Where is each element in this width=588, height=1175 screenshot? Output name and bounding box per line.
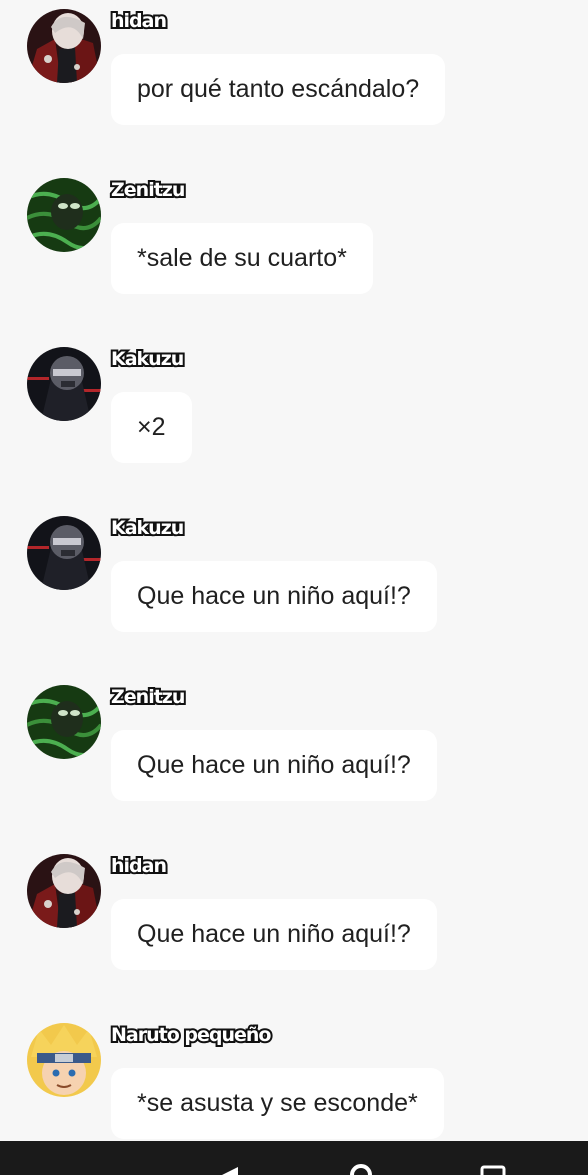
- zenitzu-avatar-icon[interactable]: [27, 685, 101, 759]
- chat-thread: hidan por qué tanto escándalo? Zenitzu *…: [0, 0, 588, 1141]
- message-bubble[interactable]: por qué tanto escándalo?: [111, 54, 446, 125]
- author-name: Kakuzu: [109, 515, 186, 541]
- naruto-avatar-icon[interactable]: [27, 1023, 101, 1097]
- author-name: hidan: [109, 8, 169, 34]
- message-bubble[interactable]: ×2: [111, 392, 192, 463]
- kakuzu-avatar-icon[interactable]: [27, 516, 101, 590]
- zenitzu-avatar-icon[interactable]: [27, 178, 101, 252]
- message-bubble[interactable]: Que hace un niño aquí!?: [111, 561, 437, 632]
- home-icon[interactable]: [347, 1141, 375, 1175]
- message-bubble[interactable]: Que hace un niño aquí!?: [111, 899, 437, 970]
- chat-message: Zenitzu Que hace un niño aquí!?: [0, 676, 588, 836]
- chat-message: Kakuzu ×2: [0, 338, 588, 498]
- author-name: hidan: [109, 853, 169, 879]
- chat-message: hidan Que hace un niño aquí!?: [0, 845, 588, 1005]
- kakuzu-avatar-icon[interactable]: [27, 347, 101, 421]
- chat-message: hidan por qué tanto escándalo?: [0, 0, 588, 160]
- message-bubble[interactable]: *se asusta y se esconde*: [111, 1068, 444, 1139]
- author-name: Naruto pequeño: [109, 1022, 273, 1048]
- hidan-avatar-icon[interactable]: [27, 9, 101, 83]
- recents-icon[interactable]: [480, 1141, 506, 1175]
- system-navigation-bar: [0, 1141, 588, 1175]
- message-bubble[interactable]: *sale de su cuarto*: [111, 223, 373, 294]
- hidan-avatar-icon[interactable]: [27, 854, 101, 928]
- chat-message: Zenitzu *sale de su cuarto*: [0, 169, 588, 329]
- message-bubble[interactable]: Que hace un niño aquí!?: [111, 730, 437, 801]
- chat-message: Kakuzu Que hace un niño aquí!?: [0, 507, 588, 667]
- author-name: Kakuzu: [109, 346, 186, 372]
- author-name: Zenitzu: [109, 177, 187, 203]
- author-name: Zenitzu: [109, 684, 187, 710]
- back-icon[interactable]: [218, 1141, 242, 1175]
